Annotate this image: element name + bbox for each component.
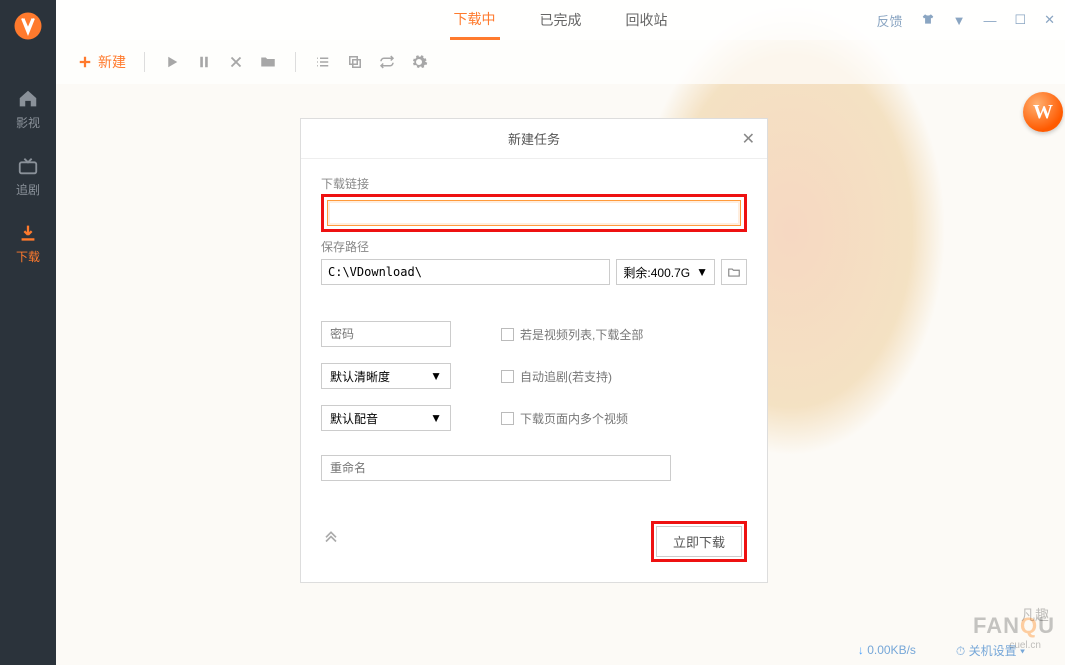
window-minimize-icon[interactable]: —	[983, 13, 996, 28]
watermark-sub: cuel.cn	[1009, 640, 1041, 651]
audio-select[interactable]: 默认配音 ▼	[321, 405, 451, 431]
rename-input[interactable]	[321, 455, 671, 481]
playlist-checkbox[interactable]: 若是视频列表,下载全部	[501, 326, 747, 343]
menu-dropdown-icon[interactable]: ▼	[953, 13, 966, 28]
follow-checkbox[interactable]: 自动追剧(若支持)	[501, 368, 747, 385]
checkbox-icon	[501, 412, 514, 425]
separator	[295, 52, 296, 72]
speed-indicator: ↓ 0.00KB/s	[858, 643, 916, 657]
toolbar: 新建	[56, 40, 1065, 84]
folder-button[interactable]	[259, 53, 277, 71]
select-value: 默认配音	[330, 410, 378, 427]
watermark: FANQU	[973, 613, 1055, 639]
dialog-title: 新建任务 ✕	[301, 119, 767, 159]
save-path-input[interactable]	[321, 259, 610, 285]
link-button[interactable]	[346, 53, 364, 71]
select-value: 默认清晰度	[330, 368, 390, 385]
quality-select[interactable]: 默认清晰度 ▼	[321, 363, 451, 389]
new-task-label: 新建	[98, 52, 126, 72]
new-task-dialog: 新建任务 ✕ 下载链接 保存路径 剩余:400.7G▼ 若是视频列表,下载全部 …	[300, 118, 768, 583]
sidebar-item-label: 下载	[16, 248, 40, 265]
tabs: 下载中 已完成 回收站	[450, 0, 672, 40]
topbar: 下载中 已完成 回收站 反馈 ▼ — ☐ ✕	[56, 0, 1065, 40]
dialog-title-text: 新建任务	[508, 129, 560, 148]
app-logo	[0, 6, 56, 46]
speed-text: 0.00KB/s	[867, 643, 916, 657]
download-arrow-icon: ↓	[858, 643, 864, 657]
sidebar-item-video[interactable]: 影视	[0, 76, 56, 143]
chevron-down-icon: ▼	[430, 411, 442, 425]
sidebar-item-download[interactable]: 下载	[0, 210, 56, 277]
checkbox-label: 自动追剧(若支持)	[520, 368, 612, 385]
sidebar-item-drama[interactable]: 追剧	[0, 143, 56, 210]
collapse-button[interactable]	[321, 529, 341, 554]
highlight-box: 立即下载	[651, 521, 747, 562]
chevron-down-icon: ▼	[430, 369, 442, 383]
window-maximize-icon[interactable]: ☐	[1014, 12, 1026, 28]
remaining-text: 剩余:400.7G	[623, 264, 690, 281]
separator	[144, 52, 145, 72]
download-now-button[interactable]: 立即下载	[656, 526, 742, 557]
status-bar: ↓ 0.00KB/s ⏱ 关机设置 ▾	[56, 635, 1065, 665]
browse-folder-button[interactable]	[721, 259, 747, 285]
download-link-label: 下载链接	[321, 175, 747, 192]
sidebar-item-label: 追剧	[16, 181, 40, 198]
password-input[interactable]	[321, 321, 451, 347]
sidebar-item-label: 影视	[16, 114, 40, 131]
loop-button[interactable]	[378, 53, 396, 71]
list-button[interactable]	[314, 53, 332, 71]
download-url-input[interactable]	[327, 200, 741, 226]
window-close-icon[interactable]: ✕	[1044, 12, 1055, 28]
checkbox-label: 下载页面内多个视频	[520, 410, 628, 427]
feedback-link[interactable]: 反馈	[877, 11, 903, 30]
app-badge-icon[interactable]: W	[1023, 92, 1063, 132]
tab-downloading[interactable]: 下载中	[450, 0, 500, 40]
pause-button[interactable]	[195, 53, 213, 71]
new-task-button[interactable]: 新建	[76, 52, 126, 72]
tab-completed[interactable]: 已完成	[536, 0, 586, 40]
delete-button[interactable]	[227, 53, 245, 71]
multi-checkbox[interactable]: 下载页面内多个视频	[501, 410, 747, 427]
remaining-space-dropdown[interactable]: 剩余:400.7G ▼	[616, 259, 715, 285]
close-icon[interactable]: ✕	[742, 129, 755, 149]
settings-button[interactable]	[410, 53, 428, 71]
tab-recycle[interactable]: 回收站	[622, 0, 672, 40]
save-path-label: 保存路径	[321, 238, 747, 255]
checkbox-icon	[501, 328, 514, 341]
skin-icon[interactable]	[921, 12, 935, 29]
play-button[interactable]	[163, 53, 181, 71]
sidebar: 影视 追剧 下载	[0, 0, 56, 665]
highlight-box	[321, 194, 747, 232]
checkbox-label: 若是视频列表,下载全部	[520, 326, 643, 343]
chevron-down-icon: ▼	[696, 265, 708, 279]
checkbox-icon	[501, 370, 514, 383]
